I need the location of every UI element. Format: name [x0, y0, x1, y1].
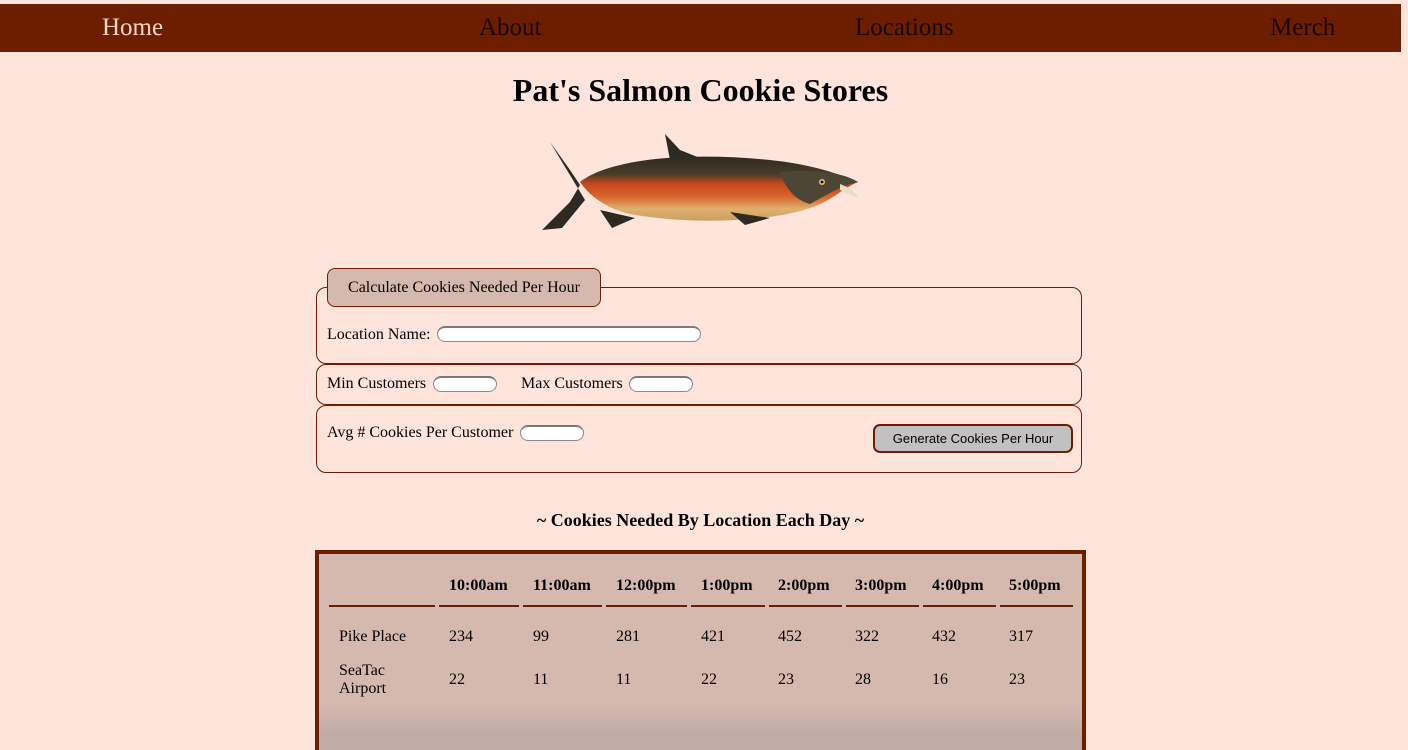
nav-home-link[interactable]: Home	[102, 14, 163, 42]
location-name-line: Pike Place	[339, 628, 407, 645]
nav-merch-link[interactable]: Merch	[1270, 14, 1335, 42]
table-header-cell: 2:00pm	[778, 577, 830, 594]
header-underline	[439, 605, 519, 607]
table-cell: 11	[616, 671, 632, 688]
header-underline	[329, 605, 435, 607]
table-title: ~ Cookies Needed By Location Each Day ~	[536, 510, 865, 530]
header-underline	[523, 605, 602, 607]
salmon-image	[542, 134, 858, 230]
table-cell: 22	[701, 671, 717, 688]
generate-cookies-button[interactable]: Generate Cookies Per Hour	[873, 424, 1073, 453]
max-customers-input[interactable]	[629, 376, 693, 392]
table-header-cell: 3:00pm	[855, 577, 907, 594]
location-name-label: Location Name:	[327, 326, 431, 343]
table-cell: 22	[449, 671, 465, 688]
header-underline	[1000, 605, 1073, 607]
location-name-line: Airport	[339, 680, 387, 697]
min-customers-input[interactable]	[433, 376, 497, 392]
avg-cookies-label: Avg # Cookies Per Customer	[327, 424, 514, 441]
table-row-location-name: SeaTac Airport	[339, 662, 386, 698]
nav-locations-link[interactable]: Locations	[855, 14, 954, 42]
table-cell: 317	[1009, 628, 1033, 645]
header-underline	[846, 605, 919, 607]
header-underline	[769, 605, 842, 607]
table-cell: 23	[778, 671, 794, 688]
table-header-cell: 11:00am	[533, 577, 591, 594]
top-nav: Home About Locations Merch	[0, 4, 1401, 52]
customers-fieldset	[316, 364, 1082, 405]
max-customers-label: Max Customers	[521, 375, 623, 392]
header-underline	[691, 605, 765, 607]
table-header-cell: 12:00pm	[616, 577, 676, 594]
table-cell: 421	[701, 628, 725, 645]
min-customers-label: Min Customers	[327, 375, 427, 392]
table-cell: 281	[616, 628, 640, 645]
page-title: Pat's Salmon Cookie Stores	[512, 72, 889, 108]
nav-about-link[interactable]: About	[479, 14, 542, 42]
table-header-cell: 4:00pm	[932, 577, 984, 594]
form-legend: Calculate Cookies Needed Per Hour	[327, 268, 601, 307]
table-cell: 234	[449, 628, 473, 645]
table-cell: 322	[855, 628, 879, 645]
avg-cookies-input[interactable]	[520, 425, 584, 441]
cookies-table: 10:00am 11:00am 12:00pm 1:00pm 2:00pm 3:00pm 4…	[315, 550, 1086, 750]
table-cell: 452	[778, 628, 802, 645]
table-cell: 99	[533, 628, 549, 645]
table-cell: 28	[855, 671, 871, 688]
table-cell: 16	[932, 671, 948, 688]
table-cell: 432	[932, 628, 956, 645]
table-header-cell: 5:00pm	[1009, 577, 1061, 594]
header-underline	[923, 605, 996, 607]
table-header-cell: 10:00am	[449, 577, 508, 594]
header-underline	[606, 605, 687, 607]
table-cell: 11	[533, 671, 549, 688]
table-row-location-name: Pike Place	[339, 628, 406, 646]
table-cell: 23	[1009, 671, 1025, 688]
table-header-cell: 1:00pm	[701, 577, 753, 594]
location-name-line: SeaTac	[339, 662, 385, 679]
location-name-input[interactable]	[437, 326, 701, 342]
table-bottom-fade	[319, 704, 1082, 750]
